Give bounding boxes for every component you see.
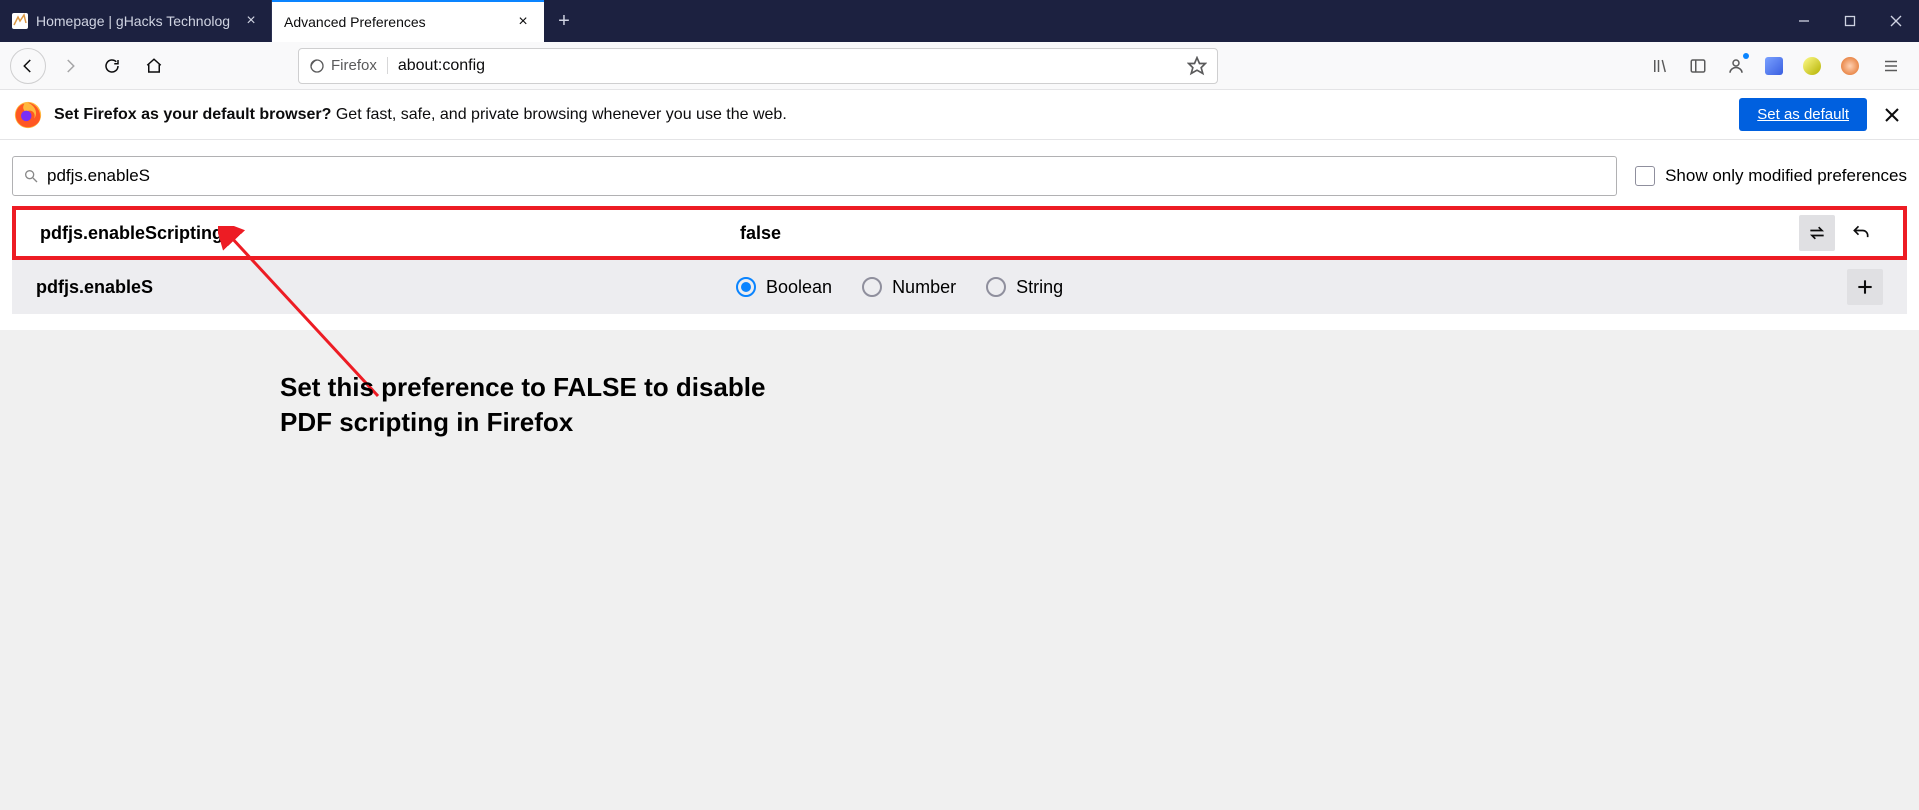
toggle-arrows-icon [1807, 223, 1827, 243]
app-menu-button[interactable] [1873, 48, 1909, 84]
tab-close-icon[interactable]: × [514, 13, 532, 31]
back-button[interactable] [10, 48, 46, 84]
default-browser-notification: Set Firefox as your default browser? Get… [0, 90, 1919, 140]
reload-button[interactable] [94, 48, 130, 84]
radio-icon [986, 277, 1006, 297]
extension-avatar-icon [1841, 57, 1859, 75]
radio-icon [736, 277, 756, 297]
extension-1-button[interactable] [1759, 51, 1789, 81]
extension-3-button[interactable] [1835, 51, 1865, 81]
radio-label: String [1016, 277, 1063, 298]
address-bar[interactable]: Firefox [298, 48, 1218, 84]
identity-box[interactable]: Firefox [309, 57, 388, 74]
pref-search-input[interactable] [47, 166, 1606, 186]
forward-button[interactable] [52, 48, 88, 84]
pref-row-new[interactable]: pdfjs.enableS Boolean Number String [12, 260, 1907, 314]
window-controls [1781, 0, 1919, 42]
add-pref-button[interactable] [1847, 269, 1883, 305]
checkbox-icon[interactable] [1635, 166, 1655, 186]
maximize-button[interactable] [1827, 0, 1873, 42]
firefox-identity-icon [309, 58, 325, 74]
annotation-text: Set this preference to FALSE to disable … [280, 370, 800, 440]
notification-close-button[interactable] [1879, 102, 1905, 128]
radio-number[interactable]: Number [862, 277, 956, 298]
search-row: Show only modified preferences [12, 156, 1907, 196]
firefox-logo-icon [14, 101, 42, 129]
type-radio-group: Boolean Number String [736, 277, 1063, 298]
extension-2-button[interactable] [1797, 51, 1827, 81]
pref-row-enable-scripting[interactable]: pdfjs.enableScripting false [12, 206, 1907, 260]
undo-icon [1851, 223, 1871, 243]
close-window-button[interactable] [1873, 0, 1919, 42]
extension-circle-icon [1803, 57, 1821, 75]
search-icon [23, 168, 39, 184]
url-input[interactable] [388, 57, 1187, 75]
row-actions [1799, 215, 1879, 251]
notification-text: Set Firefox as your default browser? Get… [54, 106, 1727, 124]
pref-search-box[interactable] [12, 156, 1617, 196]
home-button[interactable] [136, 48, 172, 84]
notification-rest: Get fast, safe, and private browsing whe… [331, 106, 786, 123]
radio-label: Number [892, 277, 956, 298]
tab-title: Advanced Preferences [284, 14, 508, 30]
library-button[interactable] [1645, 51, 1675, 81]
notification-dot-icon [1743, 53, 1749, 59]
ghacks-favicon-icon [12, 13, 28, 29]
aboutconfig-content: Show only modified preferences pdfjs.ena… [0, 140, 1919, 330]
toolbar-right [1645, 48, 1909, 84]
radio-string[interactable]: String [986, 277, 1063, 298]
toggle-button[interactable] [1799, 215, 1835, 251]
radio-label: Boolean [766, 277, 832, 298]
notification-bold: Set Firefox as your default browser? [54, 106, 331, 123]
tab-close-icon[interactable]: × [242, 12, 260, 30]
account-button[interactable] [1721, 51, 1751, 81]
reset-button[interactable] [1843, 215, 1879, 251]
sidebar-button[interactable] [1683, 51, 1713, 81]
tab-ghacks[interactable]: Homepage | gHacks Technolog × [0, 0, 272, 42]
pref-name: pdfjs.enableScripting [40, 223, 740, 244]
minimize-button[interactable] [1781, 0, 1827, 42]
radio-icon [862, 277, 882, 297]
set-default-button[interactable]: Set as default [1739, 98, 1867, 131]
row-actions [1847, 269, 1883, 305]
show-modified-toggle[interactable]: Show only modified preferences [1635, 166, 1907, 186]
radio-boolean[interactable]: Boolean [736, 277, 832, 298]
bookmark-star-icon[interactable] [1187, 56, 1207, 76]
new-tab-button[interactable]: + [544, 0, 584, 42]
plus-icon [1855, 277, 1875, 297]
tab-title: Homepage | gHacks Technolog [36, 13, 236, 29]
pref-value: false [740, 223, 781, 244]
show-modified-label: Show only modified preferences [1665, 166, 1907, 186]
tab-aboutconfig[interactable]: Advanced Preferences × [272, 0, 544, 42]
window-titlebar: Homepage | gHacks Technolog × Advanced P… [0, 0, 1919, 42]
extension-cube-icon [1765, 57, 1783, 75]
identity-label: Firefox [331, 57, 377, 74]
nav-toolbar: Firefox [0, 42, 1919, 90]
pref-name: pdfjs.enableS [36, 277, 736, 298]
